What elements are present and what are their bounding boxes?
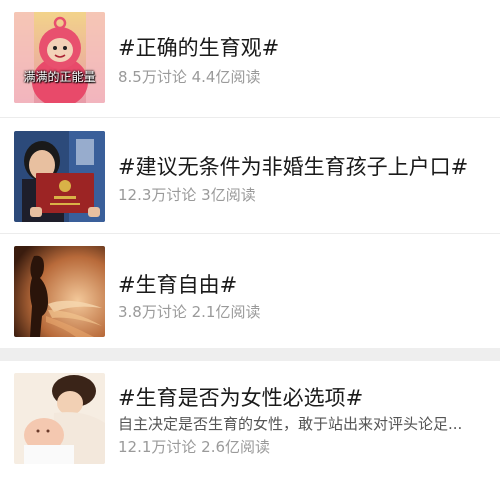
mother-and-baby-icon — [14, 373, 105, 464]
section-gap — [0, 348, 500, 361]
topic-stats: 12.1万讨论 2.6亿阅读 — [118, 438, 271, 456]
topic-thumbnail[interactable] — [14, 131, 105, 222]
topic-title[interactable]: #建议无条件为非婚生育孩子上户口# — [118, 151, 468, 181]
topic-item[interactable]: #建议无条件为非婚生育孩子上户口# 12.3万讨论 3亿阅读 — [0, 118, 500, 233]
topic-thumbnail[interactable]: 满满的正能量 — [14, 12, 105, 103]
topic-stats: 12.3万讨论 3亿阅读 — [118, 186, 256, 204]
topic-item[interactable]: 满满的正能量 #正确的生育观# 8.5万讨论 4.4亿阅读 — [0, 0, 500, 117]
topic-item[interactable]: #生育是否为女性必选项# 自主决定是否生育的女性，敢于站出来对评头论足... 1… — [0, 361, 500, 478]
topic-thumbnail[interactable] — [14, 246, 105, 337]
cartoon-character-icon — [14, 12, 105, 103]
household-register-booklet-icon — [14, 131, 105, 222]
topic-list: 满满的正能量 #正确的生育观# 8.5万讨论 4.4亿阅读 #建议无条件为非婚生… — [0, 0, 500, 478]
pregnant-silhouette-icon — [14, 246, 105, 337]
topic-thumbnail[interactable] — [14, 373, 105, 464]
topic-description: 自主决定是否生育的女性，敢于站出来对评头论足... — [118, 415, 463, 433]
topic-stats: 8.5万讨论 4.4亿阅读 — [118, 68, 261, 86]
topic-item[interactable]: #生育自由# 3.8万讨论 2.1亿阅读 — [0, 234, 500, 348]
topic-title[interactable]: #正确的生育观# — [118, 32, 279, 62]
thumbnail-caption: 满满的正能量 — [23, 70, 96, 84]
topic-title[interactable]: #生育是否为女性必选项# — [118, 382, 363, 412]
topic-stats: 3.8万讨论 2.1亿阅读 — [118, 303, 261, 321]
topic-title[interactable]: #生育自由# — [118, 269, 237, 299]
